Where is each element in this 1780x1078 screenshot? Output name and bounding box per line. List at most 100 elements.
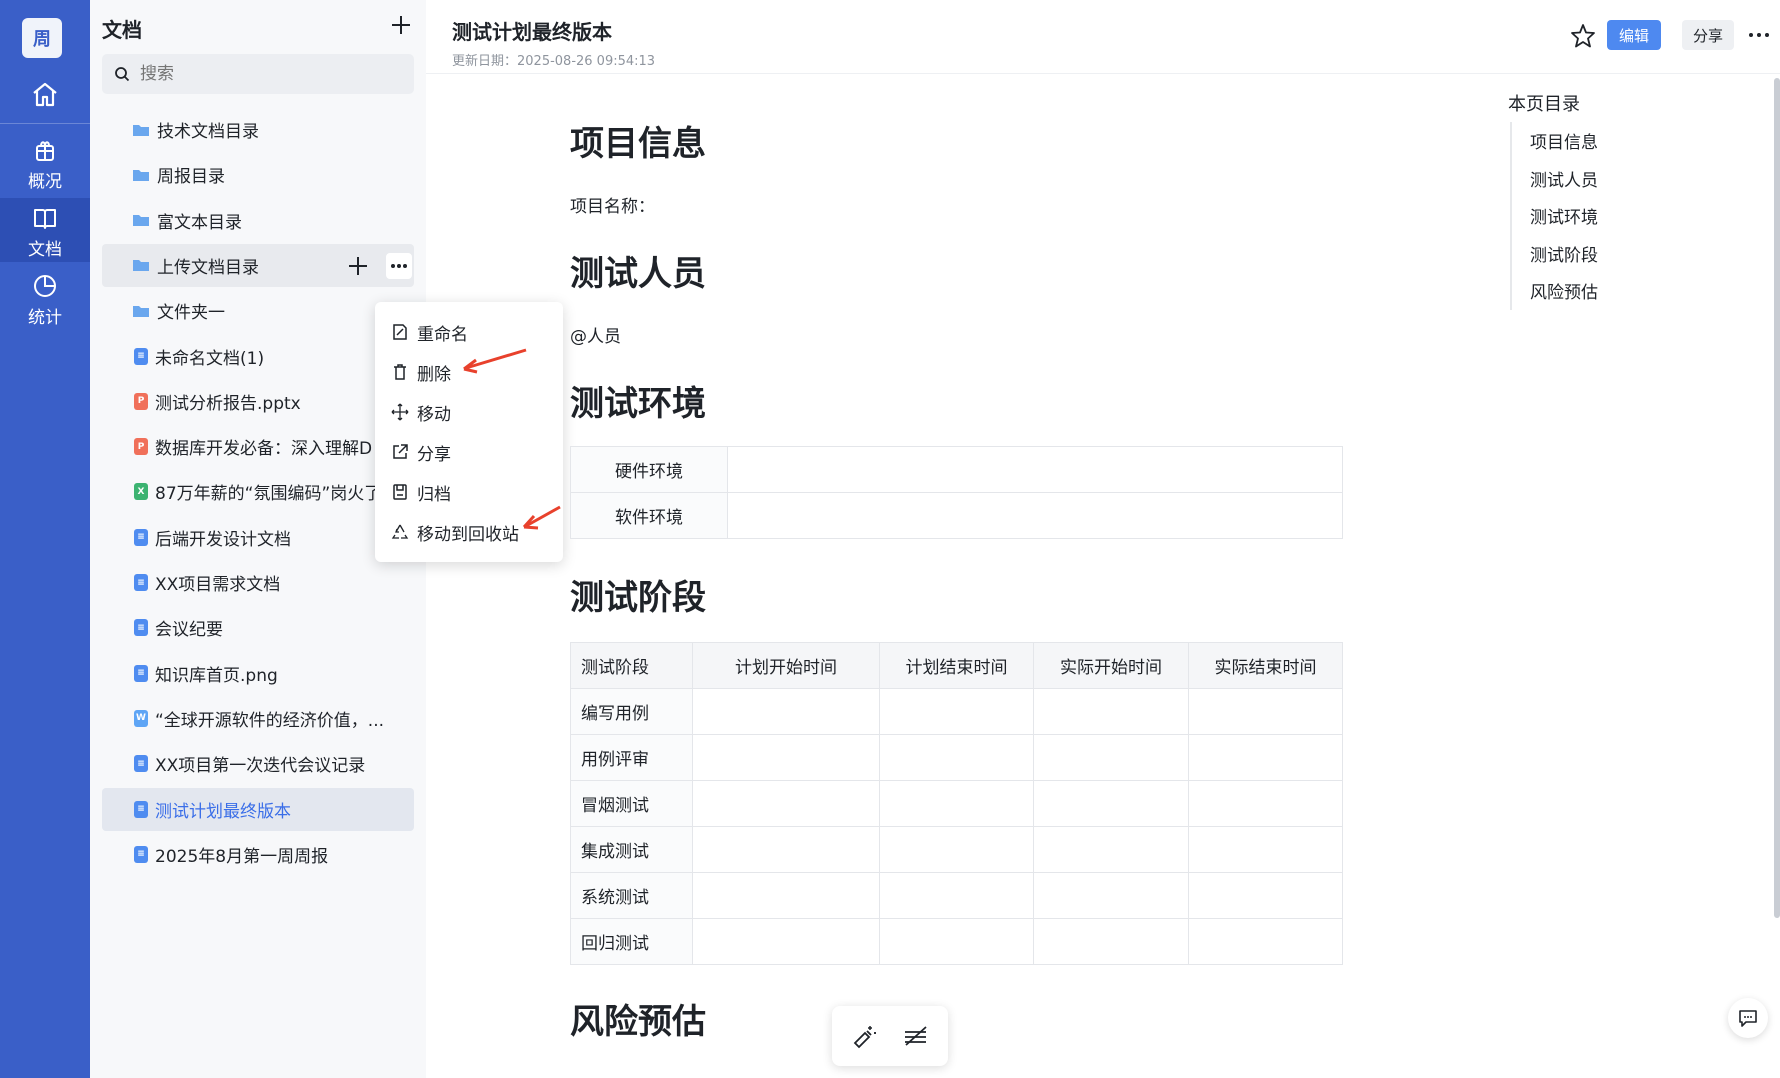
stage-date-cell[interactable] — [879, 780, 1034, 827]
sidebar-item-label: XX项目第一次迭代会议记录 — [155, 756, 366, 777]
stage-date-cell[interactable] — [1033, 826, 1189, 873]
sidebar-item-label: XX项目需求文档 — [155, 575, 281, 595]
stage-date-cell[interactable] — [1188, 826, 1343, 873]
sidebar-item-label: 富文本目录 — [157, 212, 242, 233]
stage-date-cell[interactable] — [879, 872, 1034, 919]
rail-stats[interactable]: 统计 — [0, 272, 90, 328]
magic-wand-icon[interactable] — [850, 1023, 878, 1049]
env-value[interactable] — [727, 446, 1343, 493]
sidebar-item[interactable]: W “全球开源软件的经济价值，... — [102, 697, 414, 740]
toc-item[interactable]: 测试人员 — [1512, 160, 1710, 198]
stage-date-cell[interactable] — [692, 826, 880, 873]
rail-divider — [0, 123, 90, 124]
stage-date-cell[interactable] — [692, 872, 880, 919]
chat-button[interactable] — [1728, 998, 1768, 1038]
toc-item[interactable]: 测试环境 — [1512, 197, 1710, 235]
sidebar-item[interactable]: X 87万年薪的“氛围编码”岗火了 — [102, 470, 414, 513]
book-icon — [34, 209, 56, 229]
add-doc-icon[interactable] — [388, 12, 414, 38]
table-row: 编写用例 — [570, 688, 1343, 735]
stage-date-cell[interactable] — [1033, 918, 1189, 965]
add-child-icon[interactable] — [346, 254, 370, 278]
sidebar-item-label: 未命名文档(1) — [155, 348, 265, 369]
rail-home[interactable] — [0, 80, 90, 120]
heading-risk: 风险预估 — [570, 1002, 706, 1042]
stage-date-cell[interactable] — [1188, 872, 1343, 919]
ppt-file-icon: P — [134, 438, 148, 456]
sidebar-item[interactable]: 上传文档目录 — [102, 243, 414, 287]
doc-file-icon: ≡ — [134, 528, 148, 546]
sidebar-item[interactable]: 富文本目录 — [102, 199, 414, 242]
search-input[interactable] — [140, 64, 400, 84]
rail-overview[interactable]: 概况 — [0, 136, 90, 192]
sidebar-item[interactable]: ≡ 知识库首页.png — [102, 652, 414, 695]
scrollbar[interactable] — [1774, 78, 1780, 918]
stage-date-cell[interactable] — [1033, 872, 1189, 919]
search-box[interactable] — [102, 54, 414, 94]
more-icon — [391, 263, 407, 268]
env-label: 硬件环境 — [570, 446, 728, 493]
sidebar-item[interactable]: ≡ 2025年8月第一周周报 — [102, 833, 414, 876]
sidebar-item[interactable]: 技术文档目录 — [102, 108, 414, 151]
more-icon[interactable] — [1746, 24, 1772, 46]
sidebar-item[interactable]: P 数据库开发必备：深入理解D — [102, 425, 414, 468]
rename-icon — [393, 324, 407, 340]
doc-title: 测试计划最终版本 — [452, 20, 612, 44]
stage-name-cell: 系统测试 — [570, 872, 693, 919]
sidebar-item[interactable]: P 测试分析报告.pptx — [102, 380, 414, 423]
table-row: 硬件环境 — [570, 446, 1343, 493]
table-header-cell: 计划开始时间 — [692, 642, 880, 689]
share-button[interactable]: 分享 — [1682, 20, 1734, 50]
stage-date-cell[interactable] — [1033, 734, 1189, 781]
stage-date-cell[interactable] — [692, 734, 880, 781]
sidebar-item[interactable]: 文件夹一 — [102, 289, 414, 332]
people-mention[interactable]: @人员 — [570, 322, 621, 347]
heading-env: 测试环境 — [570, 384, 706, 424]
avatar[interactable]: 周 — [22, 18, 62, 58]
format-clear-icon[interactable] — [902, 1023, 930, 1049]
env-value[interactable] — [727, 492, 1343, 539]
sidebar-item-label: 87万年薪的“氛围编码”岗火了 — [155, 484, 382, 505]
stage-date-cell[interactable] — [1188, 688, 1343, 735]
sidebar-item[interactable]: ≡ 未命名文档(1) — [102, 335, 414, 378]
sidebar-item[interactable]: ≡ 后端开发设计文档 — [102, 516, 414, 559]
move-icon — [391, 403, 409, 421]
sidebar-item[interactable]: ≡ 会议纪要 — [102, 606, 414, 649]
stage-date-cell[interactable] — [879, 918, 1034, 965]
star-icon[interactable] — [1569, 22, 1597, 50]
stage-date-cell[interactable] — [1033, 780, 1189, 827]
toc-item[interactable]: 风险预估 — [1512, 272, 1710, 310]
edit-button[interactable]: 编辑 — [1607, 20, 1661, 50]
sidebar-item[interactable]: ≡ XX项目需求文档 — [102, 561, 414, 604]
env-label: 软件环境 — [570, 492, 728, 539]
doc-file-icon: ≡ — [134, 800, 148, 818]
table-row: 用例评审 — [570, 734, 1343, 781]
stage-date-cell[interactable] — [1188, 780, 1343, 827]
sidebar-title: 文档 — [102, 18, 142, 42]
item-more-button[interactable] — [386, 252, 412, 279]
table-row: 冒烟测试 — [570, 780, 1343, 827]
stage-date-cell[interactable] — [692, 918, 880, 965]
rail-docs[interactable]: 文档 — [0, 198, 90, 262]
folder-icon — [133, 305, 149, 317]
heading-stage: 测试阶段 — [570, 578, 706, 618]
stage-date-cell[interactable] — [1033, 688, 1189, 735]
doc-file-icon: ≡ — [134, 619, 148, 637]
stage-date-cell[interactable] — [879, 826, 1034, 873]
table-row: 集成测试 — [570, 826, 1343, 873]
stage-name-cell: 集成测试 — [570, 826, 693, 873]
stage-date-cell[interactable] — [1188, 918, 1343, 965]
stage-date-cell[interactable] — [692, 688, 880, 735]
stage-date-cell[interactable] — [879, 688, 1034, 735]
stage-date-cell[interactable] — [692, 780, 880, 827]
toc-item[interactable]: 测试阶段 — [1512, 235, 1710, 273]
sidebar-item[interactable]: 周报目录 — [102, 153, 414, 196]
sidebar-item-label: 数据库开发必备：深入理解D — [155, 439, 373, 460]
stage-date-cell[interactable] — [1188, 734, 1343, 781]
sidebar-item[interactable]: ≡ XX项目第一次迭代会议记录 — [102, 742, 414, 785]
sidebar-item[interactable]: ≡ 测试计划最终版本 — [102, 787, 414, 831]
folder-icon — [133, 215, 149, 227]
table-row: 系统测试 — [570, 872, 1343, 919]
toc-item[interactable]: 项目信息 — [1512, 122, 1710, 160]
stage-date-cell[interactable] — [879, 734, 1034, 781]
